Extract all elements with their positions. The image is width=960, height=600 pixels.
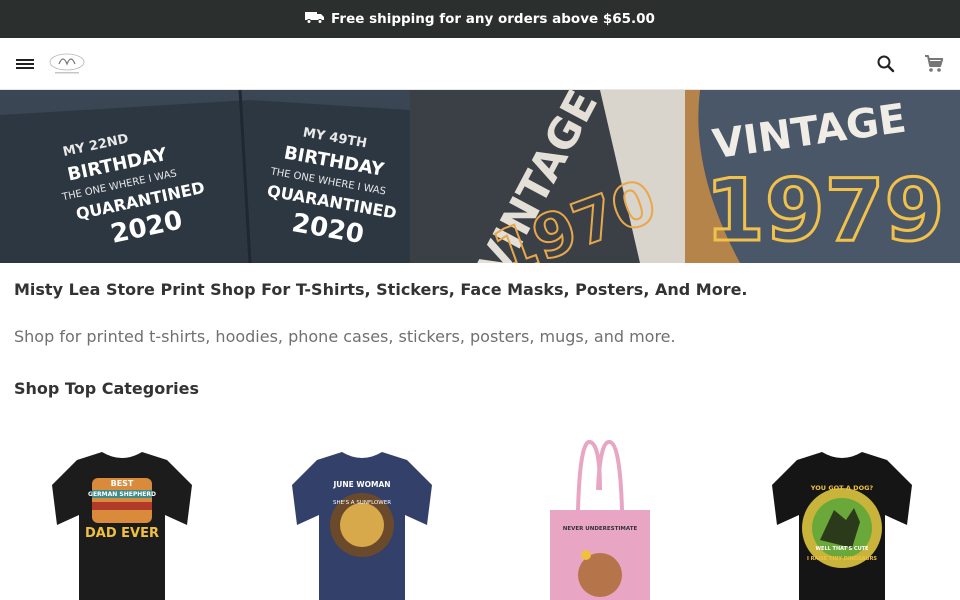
category-2-print-top: JUNE WOMAN [332, 480, 390, 489]
category-1-print-bottom: DAD EVER [85, 526, 159, 541]
site-header [0, 38, 960, 90]
category-card-dinosaur-shirt[interactable]: YOU GOT A DOG? WELL THAT'S CUTE I RAISE … [742, 430, 942, 600]
announcement-text: Free shipping for any orders above $65.0… [331, 11, 655, 27]
search-icon[interactable] [874, 52, 898, 76]
category-2-print-mid: SHE'S A SUNFLOWER [333, 500, 391, 506]
category-1-print-top: BEST [111, 479, 134, 488]
category-4-print-bottom: I RAISE TINY DINOSAURS [807, 556, 877, 562]
category-3-print-top: NEVER UNDERESTIMATE [563, 526, 638, 532]
category-grid: BEST GERMAN SHEPHERD DAD EVER JUNE WOMAN… [0, 430, 960, 600]
page-description: Shop for printed t-shirts, hoodies, phon… [14, 327, 676, 346]
hero-panel-4-line-2: 1979 [705, 161, 944, 261]
cart-icon[interactable] [922, 52, 946, 76]
truck-icon [305, 10, 325, 28]
category-4-print-mid: WELL THAT'S CUTE [816, 546, 870, 552]
page-title: Misty Lea Store Print Shop For T-Shirts,… [14, 280, 748, 299]
hero-banner[interactable]: MY 22ND BIRTHDAY THE ONE WHERE I WAS QUA… [0, 90, 960, 263]
category-card-tote-bag[interactable]: NEVER UNDERESTIMATE [500, 430, 700, 600]
menu-icon[interactable] [14, 54, 36, 74]
category-card-june-woman-shirt[interactable]: JUNE WOMAN SHE'S A SUNFLOWER [262, 430, 462, 600]
category-4-print-top: YOU GOT A DOG? [810, 484, 874, 492]
category-card-german-shepherd-shirt[interactable]: BEST GERMAN SHEPHERD DAD EVER [22, 430, 222, 600]
category-1-print-mid: GERMAN SHEPHERD [88, 491, 156, 498]
categories-heading: Shop Top Categories [14, 379, 199, 398]
store-logo[interactable] [47, 50, 87, 78]
announcement-bar: Free shipping for any orders above $65.0… [0, 0, 960, 38]
